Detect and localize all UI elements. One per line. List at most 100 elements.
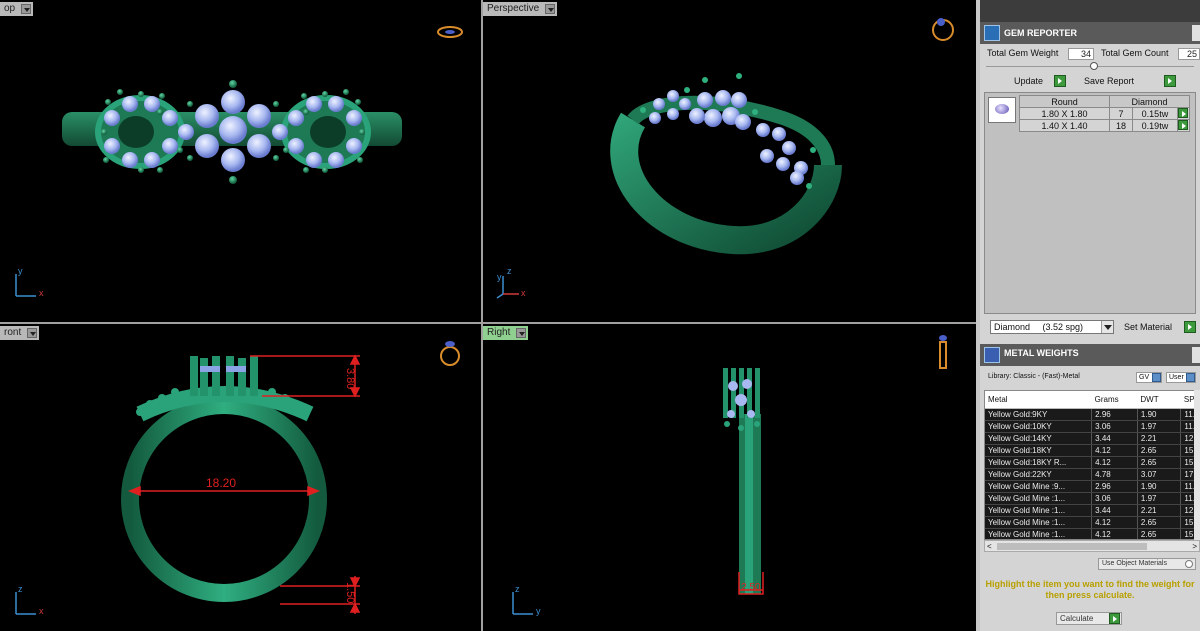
metal-list-scrollbar[interactable]	[1194, 390, 1200, 540]
metal-row[interactable]: Yellow Gold Mine :1...4.122.6515.41	[985, 528, 1199, 539]
viewport-divider-horizontal[interactable]	[0, 322, 978, 324]
total-gem-weight-label: Total Gem Weight	[987, 48, 1059, 58]
top-viewport[interactable]: op y x	[0, 0, 481, 322]
dimension-height-label: 3.80	[344, 368, 356, 390]
gem-shape-header: Round	[1019, 95, 1110, 108]
info-icon[interactable]	[1152, 373, 1161, 382]
user-label: User	[1169, 374, 1184, 381]
metal-list-hscrollbar[interactable]: < >	[984, 540, 1200, 552]
metal-weights-header[interactable]: METAL WEIGHTS	[980, 344, 1200, 366]
ring-right-render	[723, 335, 947, 595]
metal-name: Yellow Gold Mine :1...	[985, 516, 1093, 529]
go-arrow-icon[interactable]	[1164, 75, 1176, 87]
grams-column-header[interactable]: Grams	[1091, 391, 1138, 409]
axis-x-label: x	[39, 606, 44, 616]
use-object-materials-toggle[interactable]: Use Object Materials	[1098, 558, 1196, 570]
gem-table: Round Diamond 1.80 X 1.80 7 0.15tw 1.40 …	[1019, 95, 1190, 132]
slider-handle[interactable]	[1090, 62, 1098, 70]
viewport-divider-vertical[interactable]	[481, 0, 483, 631]
metal-dwt: 3.07	[1137, 468, 1182, 481]
gem-reporter-header[interactable]: GEM REPORTER	[980, 22, 1200, 44]
panel-top-bar	[980, 0, 1200, 22]
gem-row-go[interactable]	[1177, 107, 1190, 120]
metal-row[interactable]: Yellow Gold Mine :1...3.442.2112.88	[985, 504, 1199, 517]
metal-dwt: 1.97	[1137, 492, 1182, 505]
metal-grams: 4.12	[1091, 456, 1138, 469]
gem-row[interactable]: 1.80 X 1.80 7 0.15tw	[1019, 107, 1190, 120]
front-viewport[interactable]: ront 18.20 3.80 1.50 z x	[0, 324, 481, 631]
gem-weight: 0.15tw	[1131, 107, 1179, 120]
metal-dwt: 1.90	[1137, 480, 1182, 493]
view-cube-icon	[440, 346, 460, 366]
calculate-button-label: Calculate	[1060, 614, 1094, 623]
ring-top-render	[62, 26, 463, 184]
metal-grams: 2.96	[1091, 480, 1138, 493]
update-button[interactable]: Update	[1012, 74, 1066, 88]
go-arrow-icon[interactable]	[1184, 321, 1196, 333]
gem-type-header: Diamond	[1109, 95, 1190, 108]
gem-row-go[interactable]	[1177, 119, 1190, 132]
metal-grams: 3.44	[1091, 432, 1138, 445]
metal-dwt: 2.21	[1137, 432, 1182, 445]
set-material-button[interactable]: Set Material	[1122, 320, 1196, 334]
gem-diamond-icon	[988, 97, 1016, 123]
material-select-value: Diamond (3.52 spg)	[994, 322, 1084, 332]
axis-y-label: y	[536, 606, 541, 616]
metal-name: Yellow Gold Mine :1...	[985, 528, 1093, 539]
gem-summary: Total Gem Weight 34 Total Gem Count 25 U…	[980, 44, 1200, 92]
axis-x-label: x	[521, 288, 526, 298]
perspective-viewport[interactable]: Perspective z y x	[483, 0, 976, 322]
scroll-right-icon[interactable]: >	[1192, 542, 1197, 551]
axis-z-label: z	[515, 584, 520, 594]
gem-size: 1.80 X 1.80	[1019, 107, 1110, 120]
right-viewport[interactable]: Right 2.50 z y	[483, 324, 976, 631]
gem-reporter-icon	[984, 25, 1000, 41]
metal-table: Metal Grams DWT SPG Yellow Gold:9KY 2.96 1…	[985, 391, 1199, 539]
go-arrow-icon[interactable]	[1178, 108, 1188, 118]
metal-weights-title: METAL WEIGHTS	[1004, 348, 1079, 358]
dwt-column-header[interactable]: DWT	[1137, 391, 1181, 409]
radio-icon[interactable]	[1185, 560, 1193, 568]
metal-row[interactable]: Yellow Gold Mine :1...4.122.6515.41	[985, 516, 1199, 529]
save-report-button-label: Save Report	[1084, 76, 1135, 86]
metal-row[interactable]: Yellow Gold:18KY R...4.122.6515.41	[985, 456, 1199, 469]
metal-row[interactable]: Yellow Gold Mine :1...3.061.9711.45	[985, 492, 1199, 505]
metal-column-header[interactable]: Metal	[985, 391, 1092, 409]
side-panel: GEM REPORTER Total Gem Weight 34 Total G…	[980, 0, 1200, 631]
scroll-left-icon[interactable]: <	[987, 542, 992, 551]
metal-row[interactable]: Yellow Gold:9KY2.961.9011.08	[985, 408, 1199, 421]
material-select[interactable]: Diamond (3.52 spg)	[990, 320, 1114, 334]
metal-name: Yellow Gold:18KY	[985, 444, 1093, 457]
metal-dwt: 2.65	[1137, 528, 1182, 539]
panel-collapse-icon[interactable]	[1192, 347, 1200, 363]
metal-name: Yellow Gold:14KY	[985, 432, 1093, 445]
scroll-thumb[interactable]	[997, 543, 1147, 550]
axis-gizmo-icon: y x	[12, 262, 52, 302]
metal-list[interactable]: Metal Grams DWT SPG Yellow Gold:9KY 2.96 1…	[984, 390, 1200, 540]
metal-row[interactable]: Yellow Gold:10KY3.061.9711.45	[985, 420, 1199, 433]
metal-row[interactable]: Yellow Gold Mine :9...2.961.9011.08	[985, 480, 1199, 493]
go-arrow-icon[interactable]	[1178, 120, 1188, 130]
metal-row[interactable]: Yellow Gold:22KY4.783.0717.89	[985, 468, 1199, 481]
calculate-hint: Highlight the item you want to find the …	[985, 579, 1195, 600]
calculate-button[interactable]: Calculate	[1056, 612, 1122, 625]
axis-gizmo-icon: z y x	[493, 262, 533, 302]
metal-dwt: 1.90	[1137, 408, 1182, 421]
metal-table-body: Yellow Gold:9KY2.961.9011.08Yellow Gold:…	[985, 408, 1199, 539]
info-icon[interactable]	[1186, 373, 1195, 382]
axis-gizmo-icon: z x	[12, 580, 52, 620]
gem-row[interactable]: 1.40 X 1.40 18 0.19tw	[1019, 119, 1190, 132]
chevron-down-icon[interactable]	[1101, 321, 1113, 333]
metal-grams: 3.06	[1091, 420, 1138, 433]
metal-grams: 4.12	[1091, 444, 1138, 457]
save-report-button[interactable]: Save Report	[1082, 74, 1176, 88]
panel-collapse-icon[interactable]	[1192, 25, 1200, 41]
metal-row[interactable]: Yellow Gold:14KY3.442.2112.88	[985, 432, 1199, 445]
gem-weight: 0.19tw	[1131, 119, 1179, 132]
metal-table-header: Metal Grams DWT SPG	[985, 391, 1199, 409]
metal-dwt: 1.97	[1137, 420, 1182, 433]
go-arrow-icon[interactable]	[1109, 613, 1120, 624]
metal-row[interactable]: Yellow Gold:18KY4.122.6515.41	[985, 444, 1199, 457]
go-arrow-icon[interactable]	[1054, 75, 1066, 87]
axis-x-label: x	[39, 288, 44, 298]
